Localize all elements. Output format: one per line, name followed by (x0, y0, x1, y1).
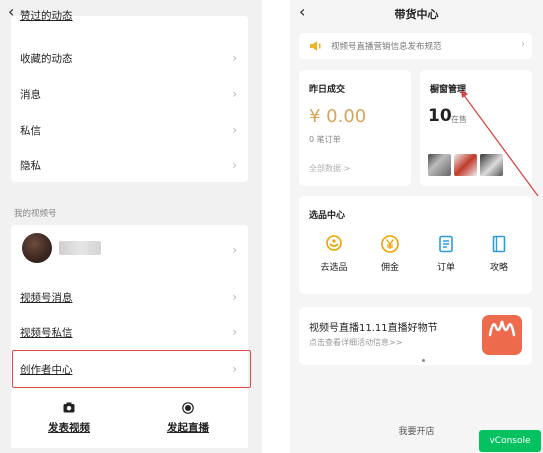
publish-video-label: 发表视频 (48, 422, 90, 434)
hand-coin-icon (324, 234, 344, 254)
order-count: 0 笔订单 (309, 135, 341, 144)
blurred-username (59, 241, 101, 255)
privacy-label: 隐私 (20, 159, 41, 172)
sales-center-header: ‹ 带货中心 (290, 0, 543, 28)
privacy-row[interactable]: 隐私 › (11, 147, 248, 183)
guide-button[interactable]: 攻略 (474, 234, 524, 273)
private-messages-label: 私信 (20, 124, 41, 137)
yesterday-sales-card[interactable]: 昨日成交 ¥ 0.00 0 笔订单 全部数据 > (299, 70, 411, 186)
channel-private-messages-label: 视频号私信 (20, 326, 73, 339)
chevron-right-icon: › (232, 325, 237, 339)
sales-amount: ¥ 0.00 (309, 106, 367, 127)
order-list-icon (436, 234, 456, 254)
commission-button[interactable]: 佣金 (365, 234, 415, 273)
start-live-button[interactable]: 发起直播 (158, 402, 218, 435)
creator-center-highlight (12, 350, 251, 388)
chevron-right-icon: › (232, 51, 237, 65)
messages-label: 消息 (20, 88, 41, 101)
chevron-right-icon: › (232, 87, 237, 101)
chevron-right-icon: › (521, 39, 525, 50)
chevron-right-icon: › (232, 290, 237, 304)
product-thumbnail (428, 154, 451, 176)
channel-messages-row[interactable]: 视频号消息 › (11, 279, 248, 315)
sales-center-panel: ‹ 带货中心 视频号直播营销信息发布规范 › 昨日成交 ¥ 0.00 0 笔订单… (290, 0, 543, 453)
start-live-label: 发起直播 (167, 422, 209, 434)
messages-row[interactable]: 消息 › (11, 76, 248, 112)
go-select-button[interactable]: 去选品 (309, 234, 359, 273)
go-select-label: 去选品 (320, 263, 348, 273)
selection-center-card: 选品中心 去选品 佣金 订单 攻略 (299, 196, 532, 294)
chevron-right-icon: › (232, 123, 237, 137)
product-thumbnail (454, 154, 477, 176)
promo-logo (482, 315, 522, 355)
avatar (22, 233, 52, 263)
orders-label: 订单 (436, 263, 455, 273)
yesterday-sales-title: 昨日成交 (309, 85, 346, 95)
chevron-right-icon: › (232, 243, 237, 257)
carousel-dot (422, 359, 425, 362)
product-thumbnail (480, 154, 503, 176)
window-management-card[interactable]: 橱窗管理 10 在售 (420, 70, 532, 186)
promo-banner[interactable]: 视频号直播11.11直播好物节 点击查看详细活动信息>> (299, 307, 532, 365)
channel-profile-row[interactable]: › (11, 225, 248, 275)
speaker-icon (309, 40, 323, 52)
wechat-me-panel: ‹ 赞过的动态 收藏的动态 › 消息 › 私信 › 隐私 › 我的视频号 › 视… (0, 0, 262, 453)
chevron-right-icon: › (232, 158, 237, 172)
channel-private-messages-row[interactable]: 视频号私信 › (11, 314, 248, 350)
book-icon (489, 234, 509, 254)
notice-text: 视频号直播营销信息发布规范 (331, 42, 442, 52)
on-sale-count: 10 (428, 106, 452, 126)
bottom-action-bar: 发表视频 发起直播 (11, 390, 248, 448)
promo-subtitle: 点击查看详细活动信息>> (309, 338, 403, 347)
my-channel-section-title: 我的视频号 (14, 209, 57, 219)
on-sale-unit: 在售 (451, 115, 467, 124)
publish-video-button[interactable]: 发表视频 (39, 402, 99, 435)
favorites-row[interactable]: 收藏的动态 › (11, 40, 248, 76)
private-messages-row[interactable]: 私信 › (11, 112, 248, 148)
liked-moments-link[interactable]: 赞过的动态 (20, 8, 73, 23)
yuan-icon (380, 234, 400, 254)
favorites-label: 收藏的动态 (20, 52, 73, 65)
selection-center-title: 选品中心 (309, 211, 346, 221)
commission-label: 佣金 (380, 263, 399, 273)
page-title: 带货中心 (394, 8, 439, 21)
record-icon (158, 402, 218, 418)
window-management-title: 橱窗管理 (430, 85, 467, 95)
notice-bar[interactable]: 视频号直播营销信息发布规范 › (299, 33, 532, 59)
screenshot-stage: ‹ 赞过的动态 收藏的动态 › 消息 › 私信 › 隐私 › 我的视频号 › 视… (0, 0, 543, 453)
settings-card: 赞过的动态 收藏的动态 › 消息 › 私信 › 隐私 › (11, 10, 248, 183)
vconsole-button[interactable]: vConsole (479, 430, 541, 452)
camera-icon (39, 402, 99, 418)
all-data-link[interactable]: 全部数据 > (309, 163, 350, 174)
guide-label: 攻略 (489, 263, 508, 273)
product-thumbnails (428, 154, 503, 176)
orders-button[interactable]: 订单 (421, 234, 471, 273)
channel-messages-label: 视频号消息 (20, 291, 73, 304)
promo-title: 视频号直播11.11直播好物节 (309, 323, 438, 334)
